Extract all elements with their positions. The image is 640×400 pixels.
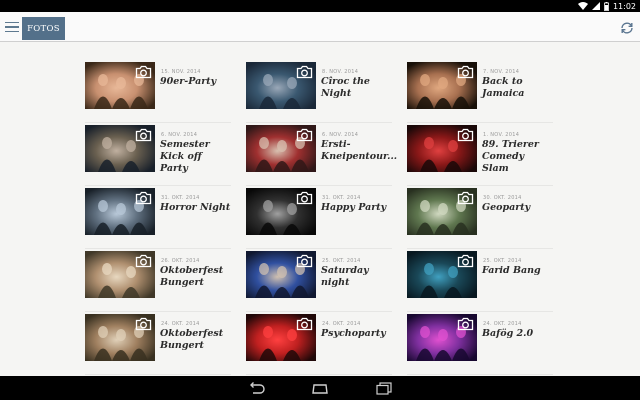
album-date: 8. NOV. 2014 bbox=[322, 69, 359, 75]
album-thumbnail bbox=[85, 314, 155, 361]
album-thumbnail bbox=[85, 125, 155, 172]
camera-icon bbox=[457, 254, 474, 268]
camera-icon bbox=[135, 191, 152, 205]
album-title: Farid Bang bbox=[482, 265, 541, 276]
album-date: 24. OKT. 2014 bbox=[483, 321, 522, 327]
album-thumbnail bbox=[85, 251, 155, 298]
album-card[interactable]: 15. NOV. 2014 90er-Party bbox=[85, 62, 231, 123]
camera-icon bbox=[135, 317, 152, 331]
album-card[interactable]: 8. NOV. 2014 Cîroc the Night bbox=[246, 62, 392, 123]
camera-icon bbox=[296, 317, 313, 331]
camera-icon bbox=[296, 65, 313, 79]
camera-icon bbox=[296, 128, 313, 142]
home-icon[interactable] bbox=[311, 381, 329, 395]
album-date: 31. OKT. 2014 bbox=[161, 195, 200, 201]
wifi-icon bbox=[577, 2, 588, 10]
album-card[interactable]: 25. OKT. 2014 Farid Bang bbox=[407, 251, 553, 312]
album-thumbnail bbox=[407, 125, 477, 172]
signal-icon bbox=[591, 2, 600, 10]
status-bar: 11:02 bbox=[0, 0, 640, 12]
album-thumbnail bbox=[85, 188, 155, 235]
album-card[interactable]: 24. OKT. 2014 Bafög 2.0 bbox=[407, 314, 553, 375]
camera-icon bbox=[296, 254, 313, 268]
album-title: Bafög 2.0 bbox=[482, 328, 534, 339]
album-thumbnail bbox=[246, 188, 316, 235]
album-title: Ersti-Kneipentour... bbox=[321, 139, 398, 162]
album-title: Geoparty bbox=[482, 202, 531, 213]
refresh-icon[interactable] bbox=[619, 20, 635, 36]
clock: 11:02 bbox=[612, 1, 636, 11]
album-thumbnail bbox=[407, 314, 477, 361]
album-date: 31. OKT. 2014 bbox=[322, 195, 361, 201]
album-date: 25. OKT. 2014 bbox=[483, 258, 522, 264]
album-grid: 15. NOV. 2014 90er-Party 8. NOV. 2014 Cîroc… bbox=[0, 42, 640, 375]
album-title: Oktoberfest Bungert bbox=[160, 328, 224, 351]
album-date: 24. OKT. 2014 bbox=[322, 321, 361, 327]
album-card[interactable]: 6. NOV. 2014 Ersti-Kneipentour... bbox=[246, 125, 398, 186]
album-thumbnail bbox=[407, 251, 477, 298]
album-title: Horror Night bbox=[160, 202, 231, 213]
album-title: 89. Trierer Comedy Slam bbox=[482, 139, 539, 174]
app-bar: FOTOS bbox=[0, 12, 640, 42]
camera-icon bbox=[296, 191, 313, 205]
recents-icon[interactable] bbox=[375, 381, 393, 395]
album-date: 15. NOV. 2014 bbox=[161, 69, 201, 75]
battery-icon bbox=[604, 1, 609, 11]
album-card[interactable]: 24. OKT. 2014 Oktoberfest Bungert bbox=[85, 314, 231, 375]
album-date: 30. OKT. 2014 bbox=[483, 195, 522, 201]
album-card[interactable]: 7. NOV. 2014 Back to Jamaica bbox=[407, 62, 553, 123]
tab-fotos[interactable]: FOTOS bbox=[22, 17, 65, 40]
album-card[interactable]: 31. OKT. 2014 Horror Night bbox=[85, 188, 231, 249]
album-date: 1. NOV. 2014 bbox=[483, 132, 520, 138]
album-title: Cîroc the Night bbox=[321, 76, 370, 99]
album-title: Happy Party bbox=[321, 202, 387, 213]
album-card[interactable]: 30. OKT. 2014 Geoparty bbox=[407, 188, 553, 249]
album-card[interactable]: 1. NOV. 2014 89. Trierer Comedy Slam bbox=[407, 125, 553, 186]
back-icon[interactable] bbox=[247, 381, 265, 395]
album-card[interactable]: 24. OKT. 2014 Psychoparty bbox=[246, 314, 392, 375]
status-icons: 11:02 bbox=[577, 0, 636, 12]
album-thumbnail bbox=[246, 62, 316, 109]
album-thumbnail bbox=[246, 251, 316, 298]
camera-icon bbox=[135, 128, 152, 142]
album-title: Back to Jamaica bbox=[482, 76, 525, 99]
album-thumbnail bbox=[407, 188, 477, 235]
album-title: Psychoparty bbox=[321, 328, 386, 339]
camera-icon bbox=[135, 254, 152, 268]
album-title: Oktoberfest Bungert bbox=[160, 265, 224, 288]
album-card[interactable]: 31. OKT. 2014 Happy Party bbox=[246, 188, 392, 249]
camera-icon bbox=[457, 317, 474, 331]
album-card[interactable]: 6. NOV. 2014 Semester Kick off Party bbox=[85, 125, 231, 186]
album-thumbnail bbox=[246, 125, 316, 172]
album-title: Semester Kick off Party bbox=[160, 139, 210, 174]
album-date: 24. OKT. 2014 bbox=[161, 321, 200, 327]
album-thumbnail bbox=[85, 62, 155, 109]
camera-icon bbox=[457, 128, 474, 142]
camera-icon bbox=[135, 65, 152, 79]
album-title: 90er-Party bbox=[160, 76, 217, 87]
album-date: 7. NOV. 2014 bbox=[483, 69, 520, 75]
camera-icon bbox=[457, 191, 474, 205]
album-date: 6. NOV. 2014 bbox=[161, 132, 198, 138]
album-card[interactable]: 25. OKT. 2014 Saturday night bbox=[246, 251, 392, 312]
menu-button[interactable] bbox=[3, 18, 21, 36]
album-date: 6. NOV. 2014 bbox=[322, 132, 359, 138]
album-date: 25. OKT. 2014 bbox=[322, 258, 361, 264]
hamburger-icon bbox=[5, 21, 19, 24]
album-date: 26. OKT. 2014 bbox=[161, 258, 200, 264]
album-title: Saturday night bbox=[321, 265, 369, 288]
album-thumbnail bbox=[246, 314, 316, 361]
album-card[interactable]: 26. OKT. 2014 Oktoberfest Bungert bbox=[85, 251, 231, 312]
camera-icon bbox=[457, 65, 474, 79]
navigation-bar bbox=[0, 376, 640, 400]
album-thumbnail bbox=[407, 62, 477, 109]
